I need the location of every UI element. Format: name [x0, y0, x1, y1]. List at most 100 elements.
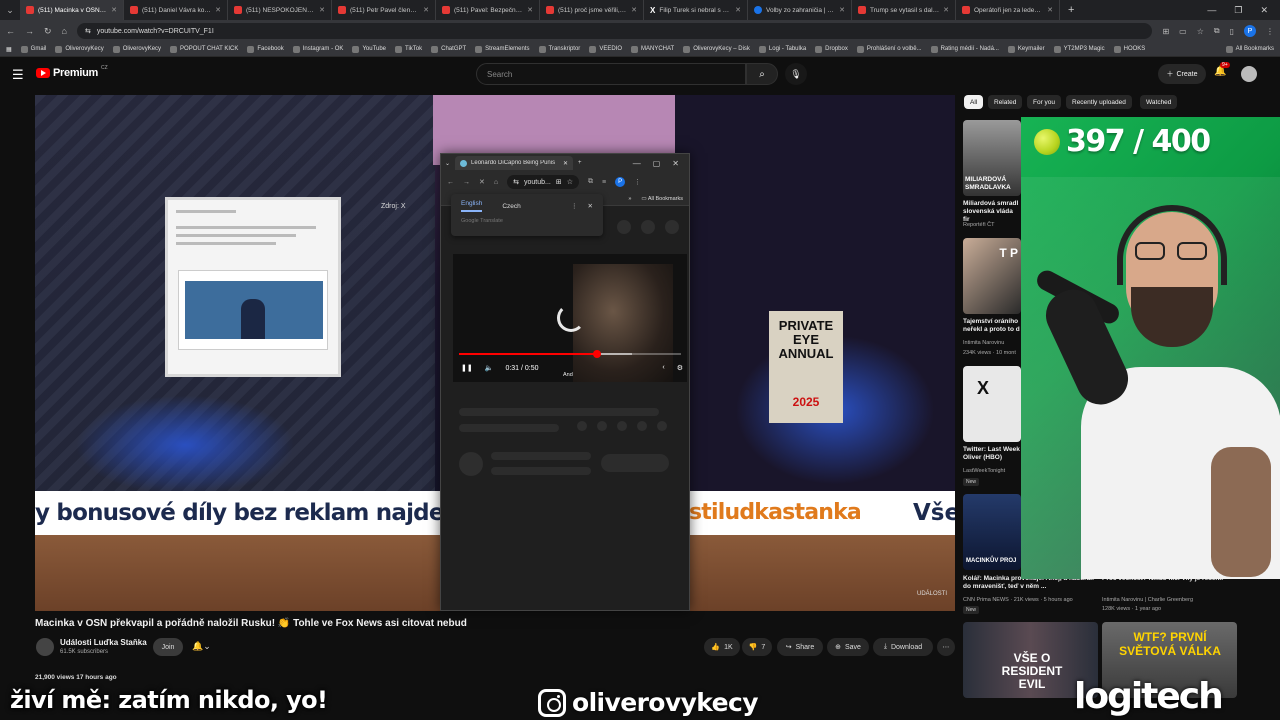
bookmark-item[interactable]: POPOUT CHAT KICK: [170, 45, 238, 53]
close-window-icon[interactable]: ✕: [672, 159, 679, 168]
popup-browser-window[interactable]: ⌄ Leonardo DiCaprio Being Punis ✕ + — ▢ ✕…: [440, 153, 690, 611]
translate-tab-english[interactable]: English: [461, 200, 483, 212]
progress-bar[interactable]: [459, 350, 681, 358]
recommendation-thumbnail[interactable]: MACINKŮV PROJ: [963, 494, 1021, 570]
extensions-icon[interactable]: ⧉: [588, 178, 593, 186]
home-icon[interactable]: ⌂: [494, 179, 498, 186]
maximize-icon[interactable]: ▢: [653, 159, 661, 168]
back-icon[interactable]: ←: [6, 26, 15, 36]
browser-tab[interactable]: Trump se vytasil s dalším tem ✕: [852, 0, 956, 20]
home-icon[interactable]: ⌂: [62, 26, 67, 36]
bookmark-item[interactable]: Keymailer: [1007, 45, 1045, 53]
address-bar[interactable]: ⇆ youtube.com/watch?v=DRCUITV_F1I: [76, 23, 1153, 39]
browser-tab[interactable]: (511) Macinka v OSN překvap✕: [20, 0, 124, 20]
tab-close-icon[interactable]: ✕: [215, 6, 221, 14]
sidepanel-icon[interactable]: ▯: [1230, 27, 1234, 36]
close-window-icon[interactable]: ✕: [1260, 5, 1268, 16]
volume-icon[interactable]: 🔈: [485, 364, 494, 372]
bookmark-item[interactable]: MANYCHAT: [631, 45, 674, 53]
user-avatar[interactable]: [1241, 66, 1257, 82]
join-button[interactable]: Join: [153, 638, 183, 656]
bookmark-item[interactable]: TikTok: [395, 45, 422, 53]
search-button[interactable]: ⌕: [746, 63, 778, 85]
bookmark-item[interactable]: Logi - Tabulka: [758, 45, 806, 53]
bookmark-item[interactable]: Transkriptor: [538, 45, 580, 53]
bookmark-item[interactable]: StreamElements: [475, 45, 530, 53]
bookmark-item[interactable]: YouTube: [352, 45, 386, 53]
more-options-icon[interactable]: ⋮: [571, 202, 578, 210]
bookmark-item[interactable]: HOOKS: [1113, 45, 1145, 53]
bookmark-item[interactable]: OliverovyKecy: [112, 45, 161, 53]
translate-icon[interactable]: ⊞: [556, 178, 562, 186]
recommendation-thumbnail[interactable]: MILIARDOVÁ SMRADLAVKA: [963, 120, 1021, 196]
channel-avatar[interactable]: [36, 638, 54, 656]
reload-icon[interactable]: ↻: [44, 26, 52, 37]
like-button[interactable]: 👍 1K: [704, 638, 740, 656]
tab-close-icon[interactable]: ✕: [111, 6, 117, 14]
tab-close-icon[interactable]: ✕: [1047, 6, 1053, 14]
bookmark-item[interactable]: VEEDIO: [589, 45, 622, 53]
site-info-icon[interactable]: ⇆: [85, 27, 91, 35]
channel-name[interactable]: Události Luďka Staňka: [60, 638, 147, 647]
pause-icon[interactable]: ❚❚: [461, 364, 473, 372]
forward-icon[interactable]: →: [25, 26, 34, 36]
tab-search-chevron-icon[interactable]: ⌄: [0, 0, 20, 20]
bookmark-item[interactable]: OliverovyKecy – Disk: [683, 45, 750, 53]
scrubber-handle[interactable]: [592, 350, 601, 358]
bookmark-star-icon[interactable]: ☆: [567, 178, 573, 186]
more-bookmarks-icon[interactable]: »: [628, 196, 631, 202]
browser-tab[interactable]: Volby zo zahraničia | Fico po ✕: [748, 0, 852, 20]
all-bookmarks-button[interactable]: All Bookmarks: [1225, 45, 1274, 53]
bookmark-item[interactable]: YT2MP3 Magic: [1053, 45, 1105, 53]
tab-search-chevron-icon[interactable]: ⌄: [445, 160, 450, 167]
tab-close-icon[interactable]: ✕: [631, 6, 637, 14]
browser-tab[interactable]: (511) proč jsme věřili, že v ro ✕: [540, 0, 644, 20]
bookmark-item[interactable]: ChatGPT: [431, 45, 466, 53]
subscribe-bell-icon[interactable]: 🔔⌄: [192, 641, 211, 652]
browser-tab[interactable]: (511) Daniel Vávra končí s výp✕: [124, 0, 228, 20]
chip-related[interactable]: Related: [988, 95, 1023, 109]
bookmark-item[interactable]: Dropbox: [815, 45, 848, 53]
maximize-icon[interactable]: ❐: [1234, 5, 1242, 16]
apps-icon[interactable]: ▦: [6, 46, 12, 53]
bookmark-item[interactable]: Instagram - OK: [292, 45, 343, 53]
recommendation-title[interactable]: Tajemství oráního neřekl a proto to d: [963, 318, 1021, 334]
new-tab-button[interactable]: +: [578, 160, 582, 166]
popup-address-bar[interactable]: ⇆ youtub... ⊞ ☆: [507, 175, 579, 189]
profile-avatar[interactable]: P: [1244, 25, 1256, 37]
bookmark-item[interactable]: Facebook: [247, 45, 284, 53]
tab-close-icon[interactable]: ✕: [527, 6, 533, 14]
cast-icon[interactable]: ▭: [1179, 27, 1187, 36]
youtube-logo[interactable]: Premium CZ: [36, 65, 108, 79]
menu-icon[interactable]: ⋮: [634, 178, 641, 186]
browser-tab[interactable]: (511) Pavel: Bezpečnost je od✕: [436, 0, 540, 20]
new-tab-button[interactable]: +: [1060, 4, 1082, 16]
create-button[interactable]: ＋ Create: [1158, 64, 1206, 84]
recommendation-title[interactable]: Miliardová smradl slovenská vláda fir: [963, 200, 1021, 224]
tab-close-icon[interactable]: ✕: [943, 6, 949, 14]
more-actions-button[interactable]: ⋯: [937, 638, 955, 656]
dislike-button[interactable]: 👎 7: [742, 638, 772, 656]
chevron-left-icon[interactable]: ‹: [662, 364, 664, 372]
minimize-icon[interactable]: —: [633, 159, 641, 168]
share-button[interactable]: ↪ Share: [777, 638, 823, 656]
stop-loading-icon[interactable]: ✕: [479, 178, 485, 186]
translate-tab-czech[interactable]: Czech: [502, 203, 520, 210]
chip-for-you[interactable]: For you: [1027, 95, 1062, 109]
tab-close-icon[interactable]: ✕: [319, 6, 325, 14]
close-icon[interactable]: ✕: [588, 202, 593, 210]
extensions-icon[interactable]: ⧉: [1214, 26, 1220, 36]
tab-close-icon[interactable]: ✕: [735, 6, 741, 14]
forward-icon[interactable]: →: [463, 179, 470, 186]
browser-tab[interactable]: XFilip Turek si nebral s Petrem ✕: [644, 0, 748, 20]
browser-tab[interactable]: Operátoři jen za leden zablo✕: [956, 0, 1060, 20]
browser-tab[interactable]: (511) Petr Pavel členem kom✕: [332, 0, 436, 20]
recommendation-thumbnail[interactable]: T P: [963, 238, 1021, 314]
chip-recently-uploaded[interactable]: Recently uploaded: [1066, 95, 1132, 109]
settings-gear-icon[interactable]: ⚙: [677, 364, 683, 372]
popup-video-player[interactable]: ❚❚ 🔈 0:31 / 0:50 ‹ ⚙ And: [453, 254, 687, 382]
tab-close-icon[interactable]: ✕: [423, 6, 429, 14]
chip-watched[interactable]: Watched: [1140, 95, 1178, 109]
translate-icon[interactable]: ⊞: [1162, 27, 1169, 36]
bookmark-item[interactable]: Gmail: [20, 45, 46, 53]
